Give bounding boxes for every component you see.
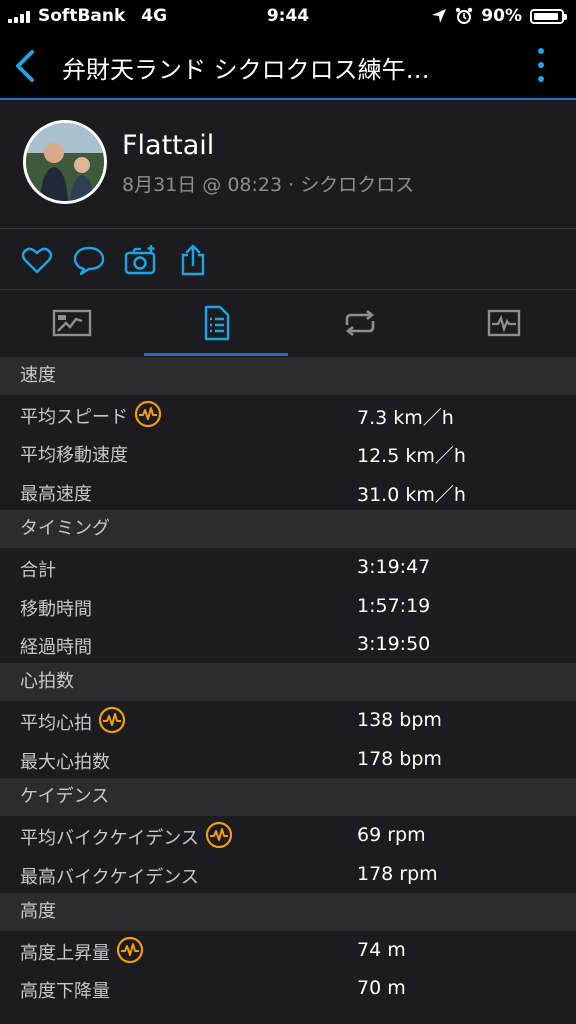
training-effect-icon[interactable] <box>116 936 144 964</box>
stat-label-wrap: 最高速度 <box>20 480 92 506</box>
section-header: 速度 <box>0 357 576 395</box>
stat-row: 最高バイクケイデンス 178 rpm <box>0 855 576 893</box>
stat-row: 合計 3:19:47 <box>0 548 576 586</box>
stat-label-wrap: 平均バイクケイデンス <box>20 821 233 850</box>
map-chart-icon <box>52 309 92 337</box>
stat-row: 平均移動速度 12.5 km／h <box>0 433 576 471</box>
stat-label-wrap: 経過時間 <box>20 633 92 659</box>
nav-bar: 弁財天ランド シクロクロス練午… <box>0 34 576 100</box>
stat-label-wrap: 合計 <box>20 556 56 582</box>
alarm-icon <box>456 7 473 24</box>
stat-label-wrap: 高度上昇量 <box>20 936 144 965</box>
stat-label-wrap: 平均心拍 <box>20 706 126 735</box>
stat-value: 3:19:50 <box>357 632 431 655</box>
stat-label-wrap: 平均移動速度 <box>20 441 128 467</box>
stat-label-wrap: 最大心拍数 <box>20 748 110 774</box>
stat-value: 69 rpm <box>357 824 426 847</box>
stat-label: 高度上昇量 <box>20 942 110 964</box>
training-effect-icon[interactable] <box>134 400 162 428</box>
stat-row: 最大心拍数 178 bpm <box>0 740 576 778</box>
avatar[interactable] <box>23 120 107 204</box>
action-bar <box>0 229 576 290</box>
activity-meta: 8月31日 @ 08:23 · シクロクロス <box>122 174 415 196</box>
stat-value: 74 m <box>357 938 406 961</box>
status-right: 90% <box>431 6 567 26</box>
section-header: 心拍数 <box>0 663 576 702</box>
stat-value: 70 m <box>357 977 406 1000</box>
stat-label-wrap: 移動時間 <box>20 595 92 621</box>
stat-label: 平均バイクケイデンス <box>20 828 199 850</box>
status-bar: SoftBank 4G 9:44 90% <box>0 0 576 34</box>
document-list-icon <box>204 305 230 341</box>
stat-row: 移動時間 1:57:19 <box>0 587 576 625</box>
tab-stats[interactable] <box>144 290 288 356</box>
stat-row: 高度上昇量 74 m <box>0 931 576 969</box>
location-icon <box>432 9 447 23</box>
section-header: タイミング <box>0 510 576 549</box>
stat-label: 最大心拍数 <box>20 751 110 773</box>
stat-row: 平均バイクケイデンス 69 rpm <box>0 816 576 854</box>
stat-value: 1:57:19 <box>357 594 431 617</box>
stat-value: 31.0 km／h <box>357 483 466 506</box>
battery-percent: 90% <box>481 6 522 26</box>
stat-row: 平均心拍 138 bpm <box>0 701 576 739</box>
add-photo-icon[interactable] <box>124 243 158 277</box>
stat-row: 経過時間 3:19:50 <box>0 625 576 663</box>
avatar-photo <box>26 123 104 201</box>
back-chevron-icon[interactable] <box>8 46 44 86</box>
stat-row: 最高速度 31.0 km／h <box>0 472 576 510</box>
tab-laps[interactable] <box>288 290 432 356</box>
stat-value: 138 bpm <box>357 709 442 732</box>
stat-label: 移動時間 <box>20 598 92 620</box>
waveform-chart-icon <box>487 309 521 337</box>
like-heart-icon[interactable] <box>20 243 54 277</box>
stat-label-wrap: 平均スピード <box>20 400 162 429</box>
stat-label: 最高バイクケイデンス <box>20 866 199 888</box>
training-effect-icon[interactable] <box>98 706 126 734</box>
stat-row: 平均スピード 7.3 km／h <box>0 395 576 433</box>
stat-label: 最高速度 <box>20 483 92 505</box>
training-effect-icon[interactable] <box>205 821 233 849</box>
stat-value: 7.3 km／h <box>357 407 454 429</box>
loop-arrows-icon <box>345 310 375 336</box>
section-header: 高度 <box>0 892 576 931</box>
comment-bubble-icon[interactable] <box>72 243 106 277</box>
share-icon[interactable] <box>176 243 210 277</box>
tab-charts[interactable] <box>432 290 576 356</box>
stat-label-wrap: 高度下降量 <box>20 977 110 1003</box>
stat-label-wrap: 最高バイクケイデンス <box>20 863 199 889</box>
stat-label: 平均スピード <box>20 407 128 428</box>
stat-value: 12.5 km／h <box>357 445 466 468</box>
stat-label: 平均移動速度 <box>20 445 128 467</box>
activity-tabs <box>0 290 576 356</box>
stat-value: 3:19:47 <box>357 556 431 579</box>
stat-row: 高度下降量 70 m <box>0 969 576 1007</box>
stat-label: 経過時間 <box>20 636 92 658</box>
stat-value: 178 bpm <box>357 747 442 770</box>
stat-value: 178 rpm <box>357 862 438 885</box>
user-name[interactable]: Flattail <box>122 130 214 161</box>
stat-label: 高度下降量 <box>20 981 110 1003</box>
battery-icon <box>530 8 567 24</box>
more-menu-icon[interactable] <box>538 48 546 82</box>
stats-list: 速度平均スピード 7.3 km／h 平均移動速度 12.5 km／h 最高速度 31.0 … <box>0 357 576 1008</box>
activity-header: Flattail 8月31日 @ 08:23 · シクロクロス <box>0 100 576 229</box>
stat-label: 合計 <box>20 560 56 582</box>
page-title: 弁財天ランド シクロクロス練午… <box>62 56 430 84</box>
tab-overview[interactable] <box>0 290 144 356</box>
stat-label: 平均心拍 <box>20 713 92 735</box>
section-header: ケイデンス <box>0 778 576 817</box>
